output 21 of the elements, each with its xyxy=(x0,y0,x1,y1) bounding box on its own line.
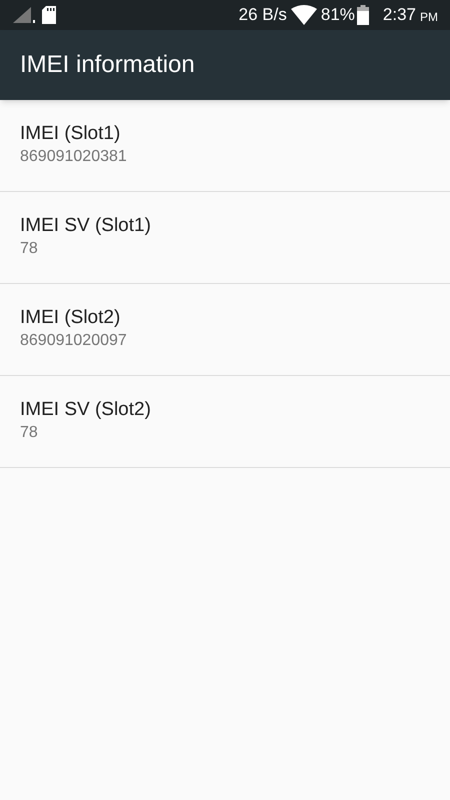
toolbar-title: IMEI information xyxy=(20,50,195,80)
sd-card-icon xyxy=(42,6,56,24)
network-speed: 26 B/s xyxy=(238,4,287,26)
item-value: 78 xyxy=(20,239,38,259)
item-title: IMEI SV (Slot1) xyxy=(20,214,151,238)
wifi-icon xyxy=(290,5,317,25)
item-value: 78 xyxy=(20,423,38,443)
list-item[interactable]: IMEI SV (Slot2) 78 xyxy=(0,376,450,468)
item-value: 869091020097 xyxy=(20,331,127,351)
clock-time: 2:37 xyxy=(382,4,416,26)
item-title: IMEI (Slot1) xyxy=(20,122,120,146)
list-item[interactable]: IMEI SV (Slot1) 78 xyxy=(0,192,450,284)
battery-percent: 81% xyxy=(320,4,355,26)
item-value: 869091020381 xyxy=(20,147,127,167)
clock-period: PM xyxy=(420,8,438,26)
item-title: IMEI (Slot2) xyxy=(20,306,120,330)
list-item[interactable]: IMEI (Slot1) 869091020381 xyxy=(0,100,450,192)
list-item[interactable]: IMEI (Slot2) 869091020097 xyxy=(0,284,450,376)
item-title: IMEI SV (Slot2) xyxy=(20,398,151,422)
battery-icon xyxy=(356,5,369,25)
signal-icon xyxy=(12,7,36,23)
